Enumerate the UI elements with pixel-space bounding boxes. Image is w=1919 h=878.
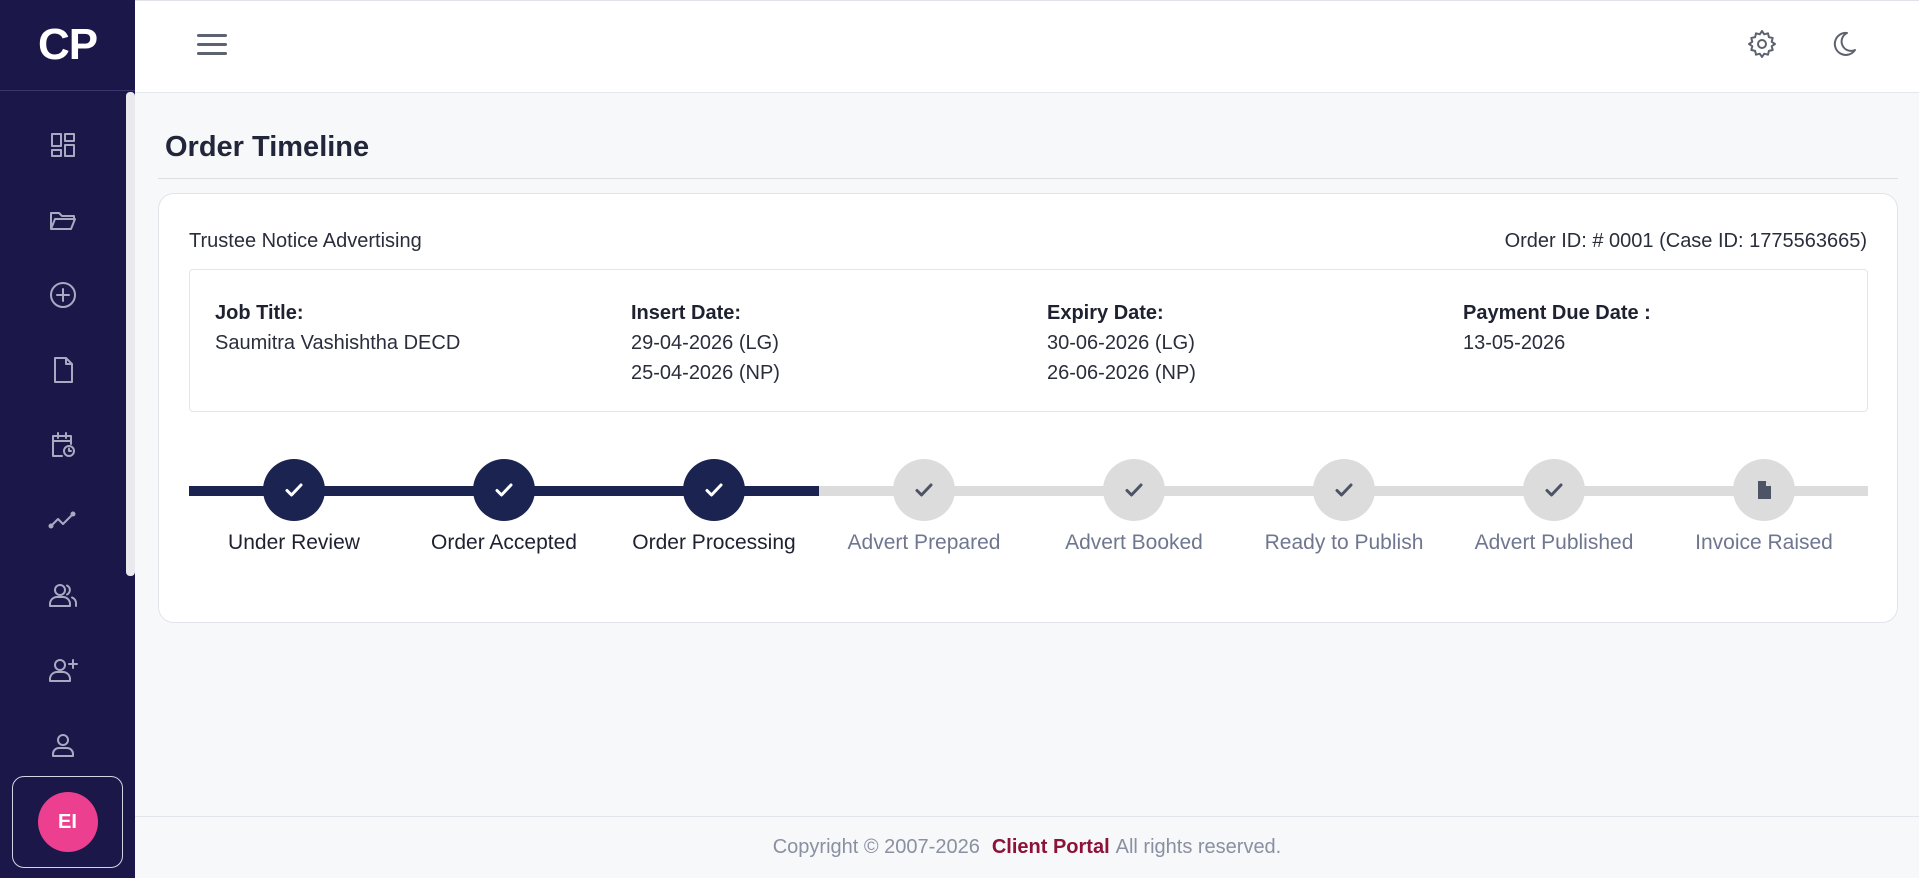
- trend-icon: [48, 511, 76, 528]
- insert-date-lg: 29-04-2026 (LG): [631, 332, 779, 354]
- avatar[interactable]: EI: [37, 792, 98, 852]
- hamburger-icon[interactable]: [197, 34, 227, 58]
- order-id: Order ID: # 0001 (Case ID: 1775563665): [1504, 230, 1867, 252]
- title-divider: [158, 178, 1898, 179]
- check-icon: [473, 459, 535, 521]
- payment-due-value: 13-05-2026: [1463, 332, 1566, 354]
- order-details: Job Title: Saumitra Vashishtha DECD Inse…: [189, 269, 1868, 412]
- timeline-step: Under Review: [194, 459, 394, 555]
- check-icon: [1313, 459, 1375, 521]
- expiry-date-label: Expiry Date:: [1047, 302, 1164, 324]
- users-icon: [49, 583, 77, 607]
- timeline-step: Order Processing: [614, 459, 814, 555]
- copyright-text: Copyright © 2007-2026: [772, 836, 980, 858]
- order-card: Trustee Notice Advertising Order ID: # 0…: [158, 193, 1898, 623]
- nav-add-user[interactable]: [0, 632, 126, 707]
- timeline-step-label: Advert Prepared: [847, 531, 1001, 554]
- timeline-step: Order Accepted: [404, 459, 604, 555]
- timeline-step: Advert Published: [1454, 459, 1654, 555]
- brand-link[interactable]: Client Portal: [992, 836, 1110, 859]
- timeline-step-label: Order Processing: [632, 531, 796, 554]
- expiry-date-np: 26-06-2026 (NP): [1047, 362, 1196, 384]
- page-title: Order Timeline: [165, 131, 370, 163]
- calendar-clock-icon: [52, 431, 75, 457]
- timeline-step-label: Ready to Publish: [1264, 531, 1424, 554]
- folder-icon: [50, 211, 76, 230]
- timeline-step: Ready to Publish: [1244, 459, 1444, 555]
- timeline-step: Advert Prepared: [824, 459, 1024, 555]
- insert-date-label: Insert Date:: [631, 302, 742, 324]
- timeline-step: Invoice Raised: [1664, 459, 1864, 555]
- nav-users[interactable]: [0, 557, 126, 632]
- dashboard-icon: [51, 132, 75, 157]
- payment-due-block: Payment Due Date : 13-05-2026: [1463, 298, 1651, 358]
- timeline-step-label: Order Accepted: [431, 531, 577, 554]
- nav-folders[interactable]: [0, 182, 126, 257]
- job-title-value: Saumitra Vashishtha DECD: [215, 332, 461, 354]
- user-icon: [52, 733, 74, 757]
- expiry-date-block: Expiry Date: 30-06-2026 (LG) 26-06-2026 …: [1047, 298, 1196, 388]
- theme-toggle-button[interactable]: [1826, 27, 1860, 61]
- add-circle-icon: [50, 281, 76, 308]
- insert-date-block: Insert Date: 29-04-2026 (LG) 25-04-2026 …: [631, 298, 780, 388]
- check-icon: [893, 459, 955, 521]
- rights-text: All rights reserved.: [1115, 836, 1282, 858]
- job-title-label: Job Title:: [215, 302, 304, 324]
- moon-icon: [1833, 31, 1856, 56]
- timeline-step-label: Invoice Raised: [1695, 531, 1833, 554]
- timeline-step-label: Under Review: [228, 531, 360, 554]
- nav-profile[interactable]: [0, 707, 126, 782]
- nav-new-order[interactable]: [0, 257, 126, 332]
- settings-button[interactable]: [1745, 27, 1779, 61]
- check-icon: [263, 459, 325, 521]
- job-title-block: Job Title: Saumitra Vashishtha DECD: [215, 298, 460, 358]
- sidebar: CP EI: [0, 0, 135, 878]
- sidebar-scrollbar[interactable]: [126, 92, 135, 576]
- nav-documents[interactable]: [0, 332, 126, 407]
- check-icon: [683, 459, 745, 521]
- payment-due-label: Payment Due Date :: [1463, 302, 1651, 324]
- timeline-step-label: Advert Published: [1474, 531, 1634, 554]
- gear-icon: [1748, 30, 1776, 58]
- check-icon: [1523, 459, 1585, 521]
- check-icon: [1103, 459, 1165, 521]
- invoice-file-icon: [1733, 459, 1795, 521]
- insert-date-np: 25-04-2026 (NP): [631, 362, 780, 384]
- timeline-step-label: Advert Booked: [1065, 531, 1203, 554]
- sidebar-nav: [0, 107, 126, 782]
- logo[interactable]: CP: [0, 0, 135, 91]
- expiry-date-lg: 30-06-2026 (LG): [1047, 332, 1195, 354]
- document-icon: [54, 356, 73, 383]
- nav-dashboard[interactable]: [0, 107, 126, 182]
- top-header: [135, 0, 1919, 93]
- nav-schedule[interactable]: [0, 407, 126, 482]
- nav-analytics[interactable]: [0, 482, 126, 557]
- service-name: Trustee Notice Advertising: [189, 230, 422, 252]
- user-menu[interactable]: EI: [12, 776, 123, 868]
- footer: Copyright © 2007-2026 Client Portal All …: [135, 816, 1919, 878]
- timeline-step: Advert Booked: [1034, 459, 1234, 555]
- user-add-icon: [49, 658, 78, 682]
